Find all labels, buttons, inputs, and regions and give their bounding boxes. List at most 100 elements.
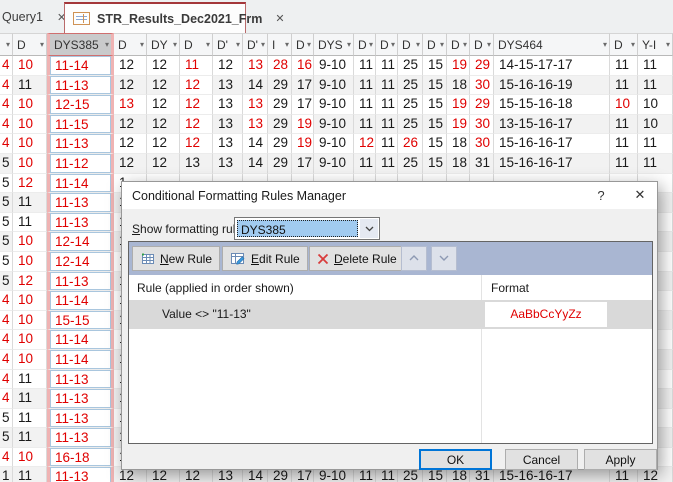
- grid-cell[interactable]: 10: [13, 251, 47, 272]
- grid-cell[interactable]: 15: [423, 114, 447, 135]
- filter-dropdown-icon[interactable]: ▾: [285, 40, 289, 49]
- filter-dropdown-icon[interactable]: ▾: [236, 40, 240, 49]
- grid-cell[interactable]: 10: [13, 310, 47, 331]
- grid-cell[interactable]: 11: [13, 193, 47, 213]
- grid-cell[interactable]: 12: [13, 271, 47, 292]
- grid-cell[interactable]: 11-13: [47, 212, 114, 233]
- grid-cell[interactable]: 12: [114, 134, 147, 154]
- grid-cell[interactable]: 29: [268, 95, 292, 115]
- grid-cell[interactable]: 19: [292, 114, 314, 135]
- grid-cell[interactable]: 4: [0, 310, 13, 331]
- grid-cell[interactable]: 28: [268, 56, 292, 76]
- grid-cell[interactable]: 11-14: [47, 173, 114, 194]
- move-rule-up-button[interactable]: [401, 246, 427, 271]
- grid-cell[interactable]: 4: [0, 389, 13, 409]
- column-header-Y-I[interactable]: Y-I ▾: [638, 33, 673, 56]
- column-header-DYS385[interactable]: DYS385 ▾: [47, 33, 114, 56]
- grid-cell[interactable]: 10: [13, 114, 47, 135]
- grid-cell[interactable]: 14: [243, 134, 268, 154]
- grid-cell[interactable]: 11: [638, 153, 673, 174]
- grid-cell[interactable]: 4: [0, 75, 13, 96]
- filter-dropdown-icon[interactable]: ▾: [307, 40, 311, 49]
- grid-cell[interactable]: 12: [213, 56, 243, 76]
- grid-cell[interactable]: 10: [13, 134, 47, 154]
- chevron-down-icon[interactable]: [360, 219, 378, 238]
- grid-cell[interactable]: 13: [114, 95, 147, 115]
- grid-cell[interactable]: 5: [0, 193, 13, 213]
- tab-str-results[interactable]: STR_Results_Dec2021_Frm ✕: [64, 2, 285, 33]
- filter-dropdown-icon[interactable]: ▾: [463, 40, 467, 49]
- grid-cell[interactable]: 11: [376, 56, 398, 76]
- column-header-D[interactable]: D ▾: [470, 33, 494, 56]
- filter-dropdown-icon[interactable]: ▾: [6, 40, 10, 49]
- ok-button[interactable]: OK: [419, 449, 492, 470]
- grid-cell[interactable]: 15: [423, 95, 447, 115]
- grid-cell[interactable]: 14-15-17-17: [494, 56, 610, 76]
- column-header-D[interactable]: D ▾: [13, 33, 47, 56]
- tab-str-results-close-icon[interactable]: ✕: [275, 12, 284, 25]
- grid-cell[interactable]: 13: [213, 114, 243, 135]
- grid-cell[interactable]: 11: [376, 134, 398, 154]
- grid-cell[interactable]: 12: [180, 134, 213, 154]
- grid-cell[interactable]: 11: [13, 75, 47, 96]
- column-header-edge[interactable]: ▾: [0, 33, 13, 56]
- grid-cell[interactable]: 29: [268, 114, 292, 135]
- grid-cell[interactable]: 11-13: [47, 134, 114, 154]
- grid-cell[interactable]: 25: [398, 114, 423, 135]
- grid-cell[interactable]: 11-14: [47, 291, 114, 311]
- grid-cell[interactable]: 19: [447, 114, 470, 135]
- grid-cell[interactable]: 17: [292, 75, 314, 96]
- grid-cell[interactable]: 4: [0, 291, 13, 311]
- grid-cell[interactable]: 12-14: [47, 251, 114, 272]
- grid-cell[interactable]: 25: [398, 95, 423, 115]
- grid-cell[interactable]: 11: [376, 95, 398, 115]
- move-rule-down-button[interactable]: [431, 246, 457, 271]
- grid-cell[interactable]: 9-10: [314, 134, 354, 154]
- rule-row[interactable]: Value <> "11-13" AaBbCcYyZz: [129, 300, 652, 329]
- filter-dropdown-icon[interactable]: ▾: [40, 40, 44, 49]
- grid-cell[interactable]: 15-16-16-19: [494, 75, 610, 96]
- grid-cell[interactable]: 5: [0, 232, 13, 252]
- grid-cell[interactable]: 25: [398, 75, 423, 96]
- column-header-D[interactable]: D ▾: [610, 33, 638, 56]
- grid-cell[interactable]: 13-15-16-17: [494, 114, 610, 135]
- grid-cell[interactable]: 11: [354, 114, 376, 135]
- grid-cell[interactable]: 11-12: [47, 153, 114, 174]
- grid-cell[interactable]: 12: [114, 114, 147, 135]
- grid-cell[interactable]: 10: [638, 114, 673, 135]
- grid-cell[interactable]: 10: [13, 232, 47, 252]
- column-header-D[interactable]: D ▾: [292, 33, 314, 56]
- grid-cell[interactable]: 11-14: [47, 56, 114, 76]
- grid-cell[interactable]: 11-13: [47, 389, 114, 409]
- column-header-D[interactable]: D ▾: [398, 33, 423, 56]
- grid-cell[interactable]: 4: [0, 369, 13, 390]
- grid-cell[interactable]: 17: [292, 153, 314, 174]
- grid-cell[interactable]: 9-10: [314, 75, 354, 96]
- grid-cell[interactable]: 11-13: [47, 369, 114, 390]
- grid-cell[interactable]: 29: [470, 95, 494, 115]
- grid-cell[interactable]: 15-16-16-17: [494, 153, 610, 174]
- column-header-DY[interactable]: DY ▾: [147, 33, 180, 56]
- grid-cell[interactable]: 30: [470, 75, 494, 96]
- grid-cell[interactable]: 15: [423, 75, 447, 96]
- grid-cell[interactable]: 11: [376, 114, 398, 135]
- grid-cell[interactable]: 13: [243, 114, 268, 135]
- grid-cell[interactable]: 9-10: [314, 56, 354, 76]
- grid-cell[interactable]: 12: [114, 56, 147, 76]
- grid-cell[interactable]: 12: [180, 75, 213, 96]
- grid-cell[interactable]: 11: [610, 134, 638, 154]
- grid-cell[interactable]: 1: [0, 467, 13, 482]
- grid-cell[interactable]: 15-15-16-18: [494, 95, 610, 115]
- column-header-D[interactable]: D ▾: [376, 33, 398, 56]
- close-icon[interactable]: ✕: [631, 187, 649, 205]
- grid-cell[interactable]: 19: [292, 134, 314, 154]
- grid-cell[interactable]: 4: [0, 330, 13, 350]
- grid-cell[interactable]: 11-13: [47, 271, 114, 292]
- grid-cell[interactable]: 11: [13, 428, 47, 448]
- grid-cell[interactable]: 11: [610, 56, 638, 76]
- grid-cell[interactable]: 18: [447, 153, 470, 174]
- grid-cell[interactable]: 15: [423, 134, 447, 154]
- column-header-D[interactable]: D ▾: [447, 33, 470, 56]
- filter-dropdown-icon[interactable]: ▾: [369, 40, 373, 49]
- grid-cell[interactable]: 13: [213, 153, 243, 174]
